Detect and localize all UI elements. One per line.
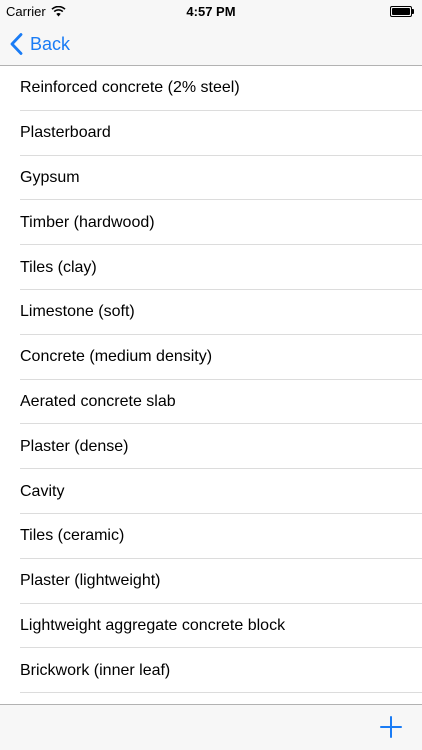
list-item[interactable]: Plasterboard <box>0 111 422 156</box>
list-item[interactable]: Limestone (soft) <box>0 290 422 335</box>
materials-list: Reinforced concrete (2% steel) Plasterbo… <box>0 66 422 704</box>
list-item[interactable]: Lightweight aggregate concrete block <box>0 604 422 649</box>
list-item[interactable]: Gypsum <box>0 156 422 201</box>
navigation-bar: Back <box>0 22 422 66</box>
status-time: 4:57 PM <box>186 4 236 19</box>
list-item[interactable]: Brickwork (inner leaf) <box>0 648 422 693</box>
add-button[interactable] <box>380 716 402 738</box>
list-item[interactable]: Cavity <box>0 469 422 514</box>
list-item[interactable]: Plaster (dense) <box>0 424 422 469</box>
chevron-left-icon <box>10 33 23 55</box>
status-bar: Carrier 4:57 PM <box>0 0 422 22</box>
list-item[interactable]: Tiles (ceramic) <box>0 514 422 559</box>
battery-icon <box>390 6 414 17</box>
list-item[interactable]: Tiles (clay) <box>0 245 422 290</box>
back-label: Back <box>30 33 71 54</box>
list-item[interactable]: Plaster (lightweight) <box>0 559 422 604</box>
list-item[interactable]: Concrete (medium density) <box>0 335 422 380</box>
list-item[interactable]: Aerated concrete slab <box>0 380 422 425</box>
back-button[interactable]: Back <box>10 22 70 66</box>
bottom-toolbar <box>0 704 422 750</box>
list-item[interactable]: Timber (hardwood) <box>0 200 422 245</box>
plus-icon <box>380 716 402 738</box>
list-item[interactable]: Reinforced concrete (2% steel) <box>0 66 422 111</box>
